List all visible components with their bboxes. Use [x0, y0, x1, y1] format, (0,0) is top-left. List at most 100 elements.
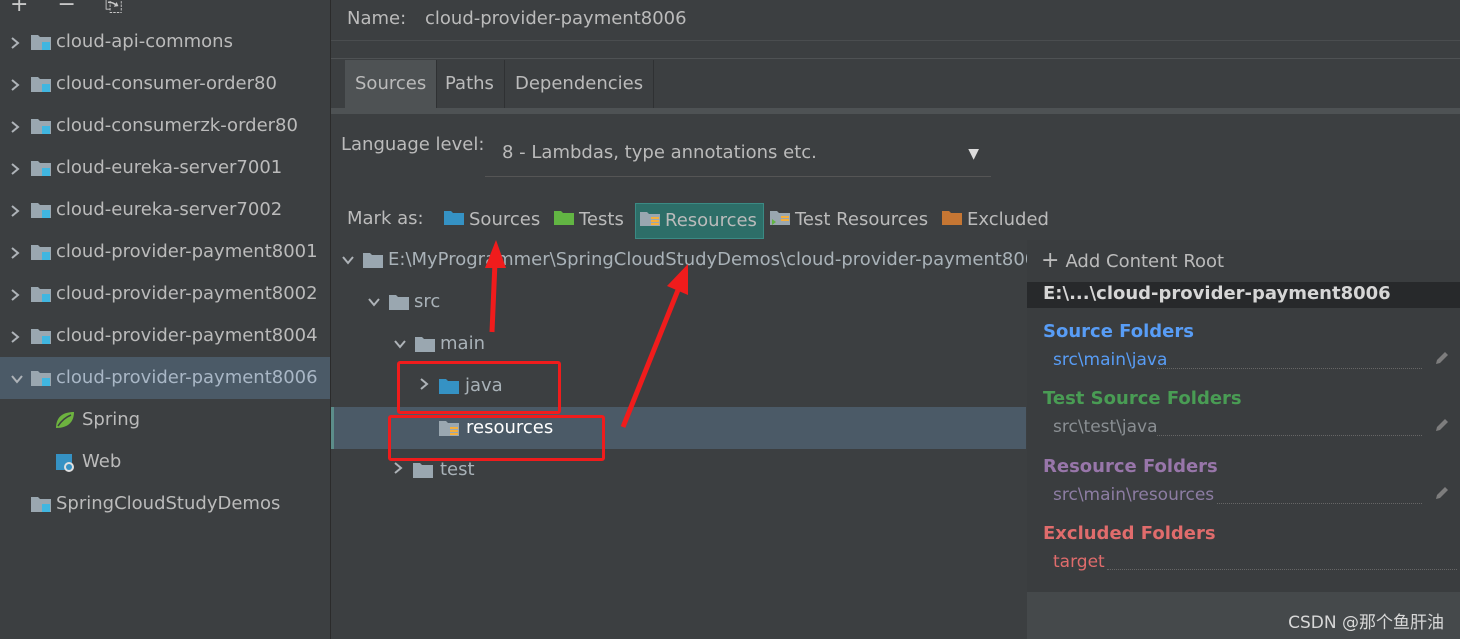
add-content-root-button[interactable]: + Add Content Root: [1041, 248, 1224, 273]
module-item[interactable]: cloud-api-commons: [0, 21, 330, 63]
mark-excluded-button[interactable]: Excluded: [941, 203, 1049, 237]
tab-paths[interactable]: Paths: [435, 60, 505, 108]
module-item[interactable]: cloud-provider-payment8002: [0, 273, 330, 315]
mark-tests-label: Tests: [579, 209, 624, 230]
module-label: cloud-consumerzk-order80: [56, 115, 298, 136]
chevron-right-icon[interactable]: [10, 273, 24, 315]
leader-dots: [1217, 503, 1422, 505]
language-level-select[interactable]: 8 - Lambdas, type annotations etc. ▼: [485, 136, 991, 177]
folder-icon: [413, 463, 433, 478]
excluded-folders-title: Excluded Folders: [1043, 523, 1216, 544]
module-folder-icon: [31, 203, 51, 218]
tab-sources[interactable]: Sources: [345, 60, 438, 108]
module-folder-icon: [31, 77, 51, 92]
chevron-down-icon[interactable]: [393, 323, 407, 365]
mark-excluded-label: Excluded: [967, 209, 1049, 230]
edit-pencil-icon[interactable]: [1434, 350, 1450, 366]
excluded-folder-item[interactable]: target: [1053, 552, 1105, 572]
source-folder-icon: [444, 211, 464, 225]
module-folder-icon: [31, 329, 51, 344]
chevron-right-icon[interactable]: [10, 189, 24, 231]
mark-sources-label: Sources: [469, 209, 541, 230]
module-folder-icon: [31, 245, 51, 260]
chevron-right-icon[interactable]: [10, 147, 24, 189]
tree-item-content-root[interactable]: E:\MyProgrammer\SpringCloudStudyDemos\cl…: [331, 239, 1048, 281]
chevron-right-icon[interactable]: [10, 63, 24, 105]
module-folder-icon: [31, 371, 51, 386]
facet-web[interactable]: Web: [0, 441, 330, 483]
tree-item-src[interactable]: src: [331, 281, 1026, 323]
chevron-down-icon[interactable]: [10, 357, 24, 399]
chevron-down-icon[interactable]: [367, 281, 381, 323]
module-toolbar: + − ⎘: [10, 0, 144, 17]
module-folder-icon: [31, 119, 51, 134]
module-label: cloud-eureka-server7002: [56, 199, 283, 220]
tree-item-main[interactable]: main: [331, 323, 1026, 365]
module-settings-panel: Name: cloud-provider-payment8006 Sources…: [331, 0, 1460, 639]
module-label: cloud-api-commons: [56, 31, 233, 52]
test-folder-icon: [554, 211, 574, 225]
test-source-folder-item[interactable]: src\test\java: [1053, 417, 1158, 437]
edit-pencil-icon[interactable]: [1434, 485, 1450, 501]
module-item[interactable]: cloud-eureka-server7001: [0, 147, 330, 189]
root-project-item[interactable]: SpringCloudStudyDemos: [0, 483, 330, 525]
module-label: cloud-provider-payment8006: [56, 367, 318, 388]
module-item[interactable]: cloud-provider-payment8001: [0, 231, 330, 273]
module-item[interactable]: cloud-consumer-order80: [0, 63, 330, 105]
resources-folder-icon: [640, 212, 660, 226]
mark-resources-label: Resources: [665, 210, 757, 231]
facet-label: Spring: [82, 409, 141, 430]
edit-pencil-icon[interactable]: [1434, 417, 1450, 433]
mark-resources-button[interactable]: Resources: [635, 203, 764, 239]
mark-tests-button[interactable]: Tests: [553, 203, 624, 237]
chevron-right-icon[interactable]: [10, 105, 24, 147]
module-tree-panel: + − ⎘ cloud-api-commons cloud-consumer-o…: [0, 0, 331, 639]
content-root-header-label: E:\...\cloud-provider-payment8006: [1043, 283, 1391, 304]
tab-bar: Sources Paths Dependencies: [331, 58, 1460, 109]
spring-leaf-icon: [56, 412, 74, 428]
leader-dots: [1107, 569, 1457, 571]
chevron-right-icon[interactable]: [10, 21, 24, 63]
resource-folder-item[interactable]: src\main\resources: [1053, 485, 1214, 505]
test-resources-folder-icon: [770, 211, 790, 225]
test-source-folders-title: Test Source Folders: [1043, 388, 1242, 409]
source-folders-title: Source Folders: [1043, 321, 1194, 342]
name-field[interactable]: cloud-provider-payment8006: [425, 8, 687, 29]
mark-test-resources-button[interactable]: Test Resources: [769, 203, 928, 237]
project-folder-icon: [31, 497, 51, 512]
module-folder-icon: [31, 161, 51, 176]
resource-folders-title: Resource Folders: [1043, 456, 1218, 477]
language-level-value: 8 - Lambdas, type annotations etc.: [502, 142, 817, 163]
add-content-root-label: Add Content Root: [1065, 251, 1225, 272]
module-item-selected[interactable]: cloud-provider-payment8006: [0, 357, 330, 399]
module-item[interactable]: cloud-eureka-server7002: [0, 189, 330, 231]
tab-dependencies[interactable]: Dependencies: [505, 60, 655, 108]
module-item[interactable]: cloud-consumerzk-order80: [0, 105, 330, 147]
folder-icon: [415, 337, 435, 352]
add-module-icon[interactable]: +: [10, 0, 28, 17]
content-root-header: E:\...\cloud-provider-payment8006: [1027, 282, 1460, 308]
source-folder-item[interactable]: src\main\java: [1053, 350, 1167, 370]
name-label: Name:: [347, 8, 407, 29]
remove-module-icon[interactable]: −: [57, 0, 75, 17]
module-item[interactable]: cloud-provider-payment8004: [0, 315, 330, 357]
module-label: SpringCloudStudyDemos: [56, 493, 281, 514]
divider: [331, 40, 1460, 41]
leader-dots: [1157, 435, 1422, 437]
mark-as-label: Mark as:: [347, 208, 424, 229]
copy-module-icon[interactable]: ⎘: [105, 0, 123, 17]
mark-sources-button[interactable]: Sources: [443, 203, 540, 237]
facet-label: Web: [82, 451, 122, 472]
folder-label: main: [440, 333, 485, 354]
facet-spring[interactable]: Spring: [0, 399, 330, 441]
mark-test-resources-label: Test Resources: [795, 209, 929, 230]
highlight-box-resources: [388, 415, 605, 461]
chevron-right-icon[interactable]: [10, 315, 24, 357]
folder-label: src: [414, 291, 441, 312]
web-globe-icon: [56, 454, 74, 472]
content-root-panel: + Add Content Root E:\...\cloud-provider-…: [1027, 240, 1460, 639]
module-label: cloud-provider-payment8001: [56, 241, 318, 262]
plus-icon: +: [1041, 248, 1060, 273]
chevron-right-icon[interactable]: [10, 231, 24, 273]
chevron-down-icon[interactable]: [341, 239, 355, 281]
